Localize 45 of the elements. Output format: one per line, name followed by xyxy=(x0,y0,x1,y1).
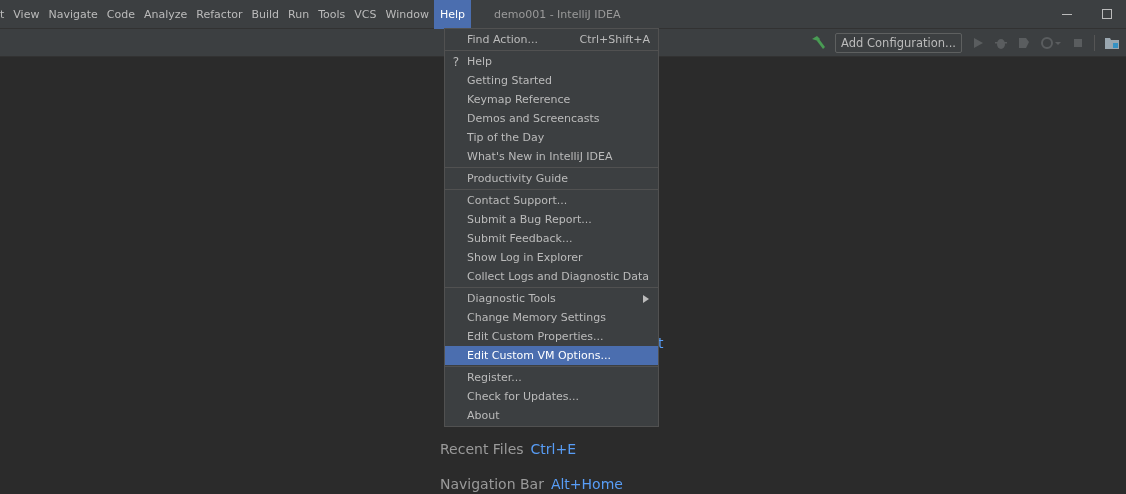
shortcut-text: Ctrl+E xyxy=(530,440,577,457)
menu-item[interactable]: Refactor xyxy=(192,0,247,29)
menu-item[interactable]: Build xyxy=(247,0,284,29)
menu-entry[interactable]: Submit a Bug Report... xyxy=(445,210,658,229)
menu-item[interactable]: VCS xyxy=(350,0,381,29)
menu-item[interactable]: t xyxy=(0,0,9,29)
add-configuration-button[interactable]: Add Configuration... xyxy=(835,32,962,53)
menu-item[interactable]: Navigate xyxy=(44,0,102,29)
menu-entry[interactable]: Submit Feedback... xyxy=(445,229,658,248)
menu-entry[interactable]: Demos and Screencasts xyxy=(445,109,658,128)
shortcut-text: t xyxy=(658,334,664,351)
shortcut-text: Alt+Home xyxy=(550,476,623,493)
window-title: demo001 - IntelliJ IDEA xyxy=(493,7,621,21)
menu-entry[interactable]: Change Memory Settings xyxy=(445,308,658,327)
menu-item[interactable]: Code xyxy=(102,0,139,29)
menu-entry[interactable]: What's New in IntelliJ IDEA xyxy=(445,147,658,166)
menu-entry[interactable]: Collect Logs and Diagnostic Data xyxy=(445,267,658,286)
menu-entry[interactable]: Getting Started xyxy=(445,71,658,90)
menu-item[interactable]: Tools xyxy=(314,0,350,29)
menu-entry[interactable]: Show Log in Explorer xyxy=(445,248,658,267)
menu-item[interactable]: View xyxy=(9,0,44,29)
menu-entry[interactable]: ? Help xyxy=(445,52,658,71)
maximize-icon[interactable] xyxy=(1100,7,1114,21)
menu-entry[interactable]: About xyxy=(445,406,658,425)
gauge-icon[interactable] xyxy=(1040,35,1062,50)
menu-entry[interactable]: Register... xyxy=(445,368,658,387)
run-icon[interactable] xyxy=(971,35,985,50)
menu-item[interactable]: Analyze xyxy=(139,0,192,29)
menu-entry[interactable]: Keymap Reference xyxy=(445,90,658,109)
menu-entry[interactable]: Edit Custom VM Options... xyxy=(445,346,658,365)
menu-entry[interactable]: Edit Custom Properties... xyxy=(445,327,658,346)
menu-entry[interactable]: Productivity Guide xyxy=(445,169,658,188)
hint-label: Navigation Bar xyxy=(440,476,544,493)
menu-item[interactable]: Help xyxy=(433,0,471,29)
hammer-icon[interactable] xyxy=(810,34,827,51)
menu-entry[interactable]: Find Action... Ctrl+Shift+A xyxy=(445,30,658,49)
menu-item[interactable]: Window xyxy=(381,0,433,29)
menu-entry[interactable]: Check for Updates... xyxy=(445,387,658,406)
menu-item[interactable]: Run xyxy=(284,0,314,29)
menu-entry[interactable]: Diagnostic Tools xyxy=(445,289,658,308)
hint-label: Recent Files xyxy=(440,440,524,457)
help-glyph: ? xyxy=(452,54,460,69)
menu-entry[interactable]: Tip of the Day xyxy=(445,128,658,147)
folder-icon[interactable] xyxy=(1104,35,1120,50)
menu-entry[interactable]: Contact Support... xyxy=(445,191,658,210)
